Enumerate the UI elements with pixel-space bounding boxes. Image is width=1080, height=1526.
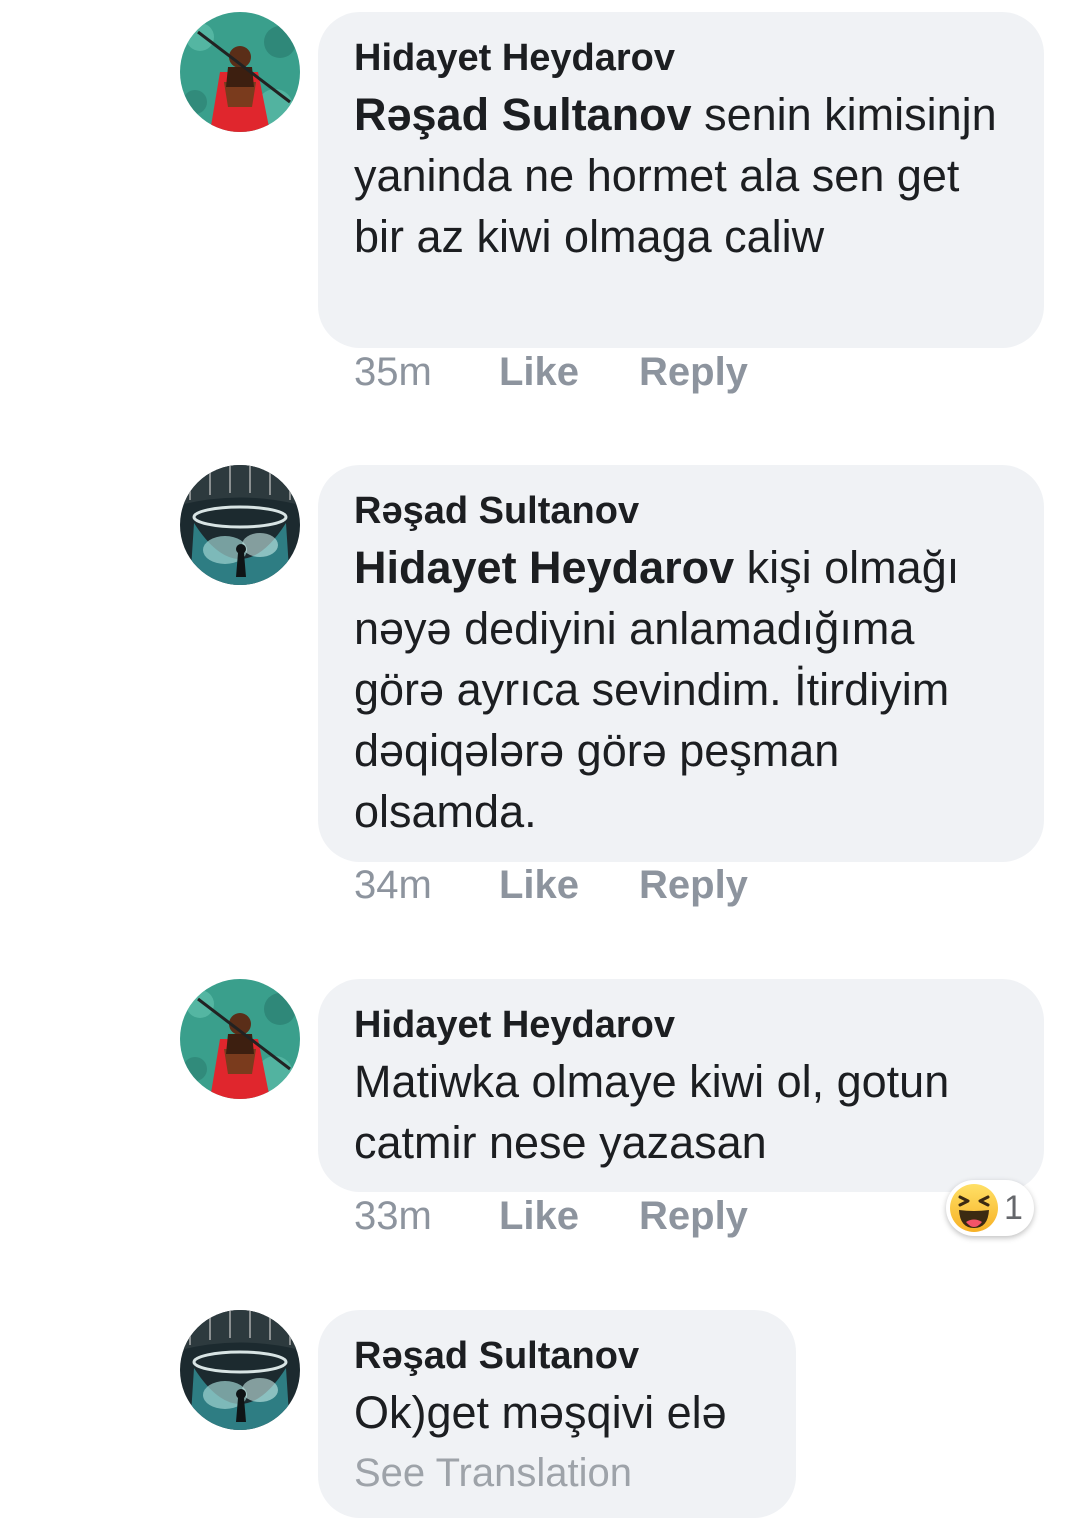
comment-actions: 35m Like Reply [354, 350, 748, 410]
avatar-kayak-icon [180, 12, 300, 132]
reply-button[interactable]: Reply [639, 863, 748, 908]
avatar[interactable] [180, 12, 300, 132]
reply-button[interactable]: Reply [639, 350, 748, 395]
mention-link[interactable]: Rəşad Sultanov [354, 89, 692, 140]
comment-text: Rəşad Sultanov senin kimisinjn yaninda n… [354, 84, 1008, 267]
comment-author[interactable]: Hidayet Heydarov [354, 1001, 1008, 1049]
avatar-kayak-icon [180, 979, 300, 1099]
like-button[interactable]: Like [499, 863, 639, 908]
see-translation-link[interactable]: See Translation [354, 1443, 760, 1503]
reaction-badge[interactable]: 1 [946, 1180, 1034, 1236]
like-button[interactable]: Like [499, 350, 639, 395]
comment-text: Matiwka olmaye kiwi ol, gotun catmir nes… [354, 1056, 950, 1168]
comment-actions: 34m Like Reply [354, 863, 748, 923]
comment-author[interactable]: Rəşad Sultanov [354, 487, 1008, 535]
avatar-underwater-icon [180, 465, 300, 585]
comment-thread: Hidayet Heydarov Rəşad Sultanov senin ki… [0, 0, 1080, 1526]
comment-bubble: Rəşad Sultanov Ok)get məşqivi elə See Tr… [318, 1310, 796, 1518]
avatar[interactable] [180, 465, 300, 585]
comment-author[interactable]: Hidayet Heydarov [354, 34, 1008, 82]
comment-author[interactable]: Rəşad Sultanov [354, 1332, 760, 1380]
avatar-underwater-icon [180, 1310, 300, 1430]
comment-bubble: Hidayet Heydarov Matiwka olmaye kiwi ol,… [318, 979, 1044, 1192]
comment-bubble: Rəşad Sultanov Hidayet Heydarov kişi olm… [318, 465, 1044, 862]
comment-timestamp[interactable]: 33m [354, 1194, 499, 1239]
comment-text: Ok)get məşqivi elə [354, 1387, 727, 1438]
avatar[interactable] [180, 1310, 300, 1430]
comment-timestamp[interactable]: 34m [354, 863, 499, 908]
haha-emoji-icon [950, 1184, 998, 1232]
reaction-count: 1 [1004, 1189, 1023, 1227]
comment-text: Hidayet Heydarov kişi olmağı nəyə dediyi… [354, 537, 1008, 842]
mention-link[interactable]: Hidayet Heydarov [354, 542, 734, 593]
comment-bubble: Hidayet Heydarov Rəşad Sultanov senin ki… [318, 12, 1044, 348]
avatar[interactable] [180, 979, 300, 1099]
reply-button[interactable]: Reply [639, 1194, 748, 1239]
like-button[interactable]: Like [499, 1194, 639, 1239]
comment-timestamp[interactable]: 35m [354, 350, 499, 395]
comment-actions: 33m Like Reply [354, 1194, 748, 1254]
